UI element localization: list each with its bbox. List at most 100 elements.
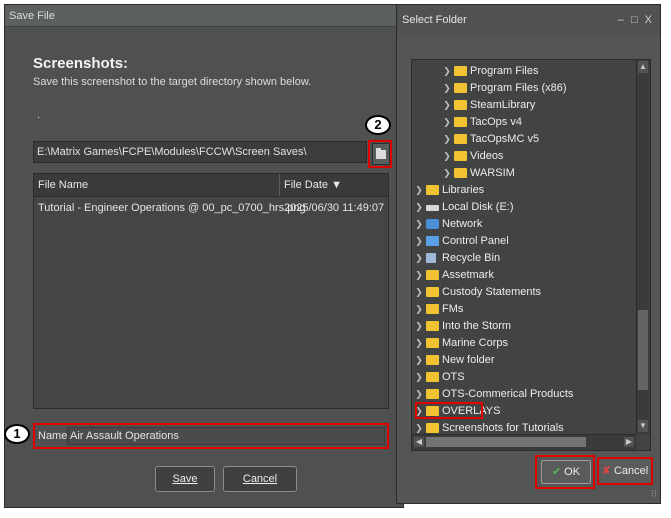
- chevron-right-icon[interactable]: ❯: [442, 148, 452, 165]
- folder-tree[interactable]: ❯ Program Files ❯ Program Files (x86) ❯ Steam…: [411, 59, 651, 451]
- chevron-right-icon[interactable]: ❯: [414, 182, 424, 199]
- scroll-up-arrow-icon[interactable]: ▲: [638, 61, 648, 73]
- chevron-right-icon[interactable]: ❯: [442, 97, 452, 114]
- name-label: Name:: [38, 430, 71, 442]
- folder-icon: [454, 83, 467, 93]
- control-panel-icon: [426, 236, 439, 246]
- file-name-cell: Tutorial - Engineer Operations @ 00_pc_0…: [38, 202, 306, 214]
- folder-icon: [426, 389, 439, 399]
- folder-icon: [426, 338, 439, 348]
- chevron-right-icon[interactable]: ❯: [442, 165, 452, 182]
- scroll-down-arrow-icon[interactable]: ▼: [638, 420, 648, 432]
- folder-icon: [454, 151, 467, 161]
- file-list[interactable]: File Name File Date ▼ Tutorial - Enginee…: [33, 173, 389, 409]
- folder-icon: [426, 423, 439, 433]
- tree-item-label: Recycle Bin: [442, 252, 501, 264]
- chevron-right-icon[interactable]: ❯: [414, 369, 424, 386]
- scroll-left-arrow-icon[interactable]: ◀: [414, 437, 424, 447]
- browse-button-highlight: [368, 140, 392, 168]
- folder-icon: [426, 372, 439, 382]
- tree-item-label: Program Files (x86): [470, 82, 567, 94]
- tree-item[interactable]: ❯ Network: [412, 216, 632, 233]
- horizontal-scroll-thumb[interactable]: [426, 437, 586, 447]
- cancel-button[interactable]: ✘ Cancel: [597, 457, 653, 485]
- step-2-badge: 2: [365, 115, 391, 135]
- chevron-right-icon[interactable]: ❯: [414, 267, 424, 284]
- tree-item-label: Marine Corps: [442, 337, 509, 349]
- chevron-right-icon[interactable]: ❯: [442, 80, 452, 97]
- tree-item-label: SteamLibrary: [470, 99, 536, 111]
- placeholder-dot: .: [37, 109, 41, 121]
- tree-item-label: TacOpsMC v5: [470, 133, 540, 145]
- tree-item-label: OTS-Commerical Products: [442, 388, 574, 400]
- file-name-input[interactable]: [67, 427, 385, 445]
- tree-item[interactable]: ❯ Program Files (x86): [412, 80, 632, 97]
- tree-item-label: Videos: [470, 150, 504, 162]
- tree-item[interactable]: ❯ OTS-Commerical Products: [412, 386, 632, 403]
- tree-item-label: WARSIM: [470, 167, 515, 179]
- tree-item[interactable]: ❯ Custody Statements: [412, 284, 632, 301]
- resize-grip-icon[interactable]: ⁝⁝: [651, 489, 657, 500]
- chevron-right-icon[interactable]: ❯: [414, 318, 424, 335]
- file-list-header: File Name File Date ▼: [34, 174, 388, 197]
- target-directory-field[interactable]: E:\Matrix Games\FCPE\Modules\FCCW\Screen…: [33, 141, 367, 163]
- cancel-button[interactable]: Cancel: [223, 466, 297, 492]
- column-header-file-name[interactable]: File Name: [34, 174, 280, 196]
- chevron-right-icon[interactable]: ❯: [414, 216, 424, 233]
- tree-item[interactable]: ❯ Local Disk (E:): [412, 199, 632, 216]
- tree-item[interactable]: ❯ SteamLibrary: [412, 97, 632, 114]
- chevron-right-icon[interactable]: ❯: [414, 386, 424, 403]
- drive-icon: [426, 205, 439, 211]
- folder-icon: [426, 355, 439, 365]
- chevron-right-icon[interactable]: ❯: [442, 131, 452, 148]
- page-heading: Screenshots:: [33, 55, 129, 72]
- tree-item[interactable]: ❯ Libraries: [412, 182, 632, 199]
- chevron-right-icon[interactable]: ❯: [414, 250, 424, 267]
- tree-item[interactable]: ❯ Control Panel: [412, 233, 632, 250]
- tree-item[interactable]: ❯ TacOps v4: [412, 114, 632, 131]
- tree-item-label: FMs: [442, 303, 464, 315]
- chevron-right-icon[interactable]: ❯: [442, 63, 452, 80]
- tree-item[interactable]: ❯ Marine Corps: [412, 335, 632, 352]
- tree-item[interactable]: ❯ Videos: [412, 148, 632, 165]
- tree-item[interactable]: ❯ WARSIM: [412, 165, 632, 182]
- horizontal-scrollbar[interactable]: ◀ ▶: [412, 434, 636, 450]
- tree-item-label: Program Files: [470, 65, 539, 77]
- tree-item-label: TacOps v4: [470, 116, 522, 128]
- scroll-right-arrow-icon[interactable]: ▶: [624, 437, 634, 447]
- chevron-right-icon[interactable]: ❯: [414, 284, 424, 301]
- tree-item[interactable]: ❯ New folder: [412, 352, 632, 369]
- tree-item-label: Network: [442, 218, 483, 230]
- table-row[interactable]: Tutorial - Engineer Operations @ 00_pc_0…: [34, 202, 388, 218]
- folder-icon: [426, 185, 439, 195]
- close-icon: ✘: [601, 465, 611, 477]
- tree-item[interactable]: ❯ TacOpsMC v5: [412, 131, 632, 148]
- column-header-file-date[interactable]: File Date ▼: [280, 174, 376, 196]
- tree-item[interactable]: ❯ Into the Storm: [412, 318, 632, 335]
- file-date-cell: 2025/06/30 11:49:07: [284, 202, 385, 214]
- tree-item[interactable]: ❯ Program Files: [412, 63, 632, 80]
- tree-item[interactable]: ❯ OTS: [412, 369, 632, 386]
- chevron-right-icon[interactable]: ❯: [414, 352, 424, 369]
- tree-item-label: Into the Storm: [442, 320, 512, 332]
- chevron-right-icon[interactable]: ❯: [442, 114, 452, 131]
- tree-item-label: OTS: [442, 371, 465, 383]
- folder-icon: [426, 270, 439, 280]
- tree-item[interactable]: ❯ FMs: [412, 301, 632, 318]
- vertical-scrollbar[interactable]: ▲ ▼: [636, 60, 650, 434]
- save-button[interactable]: Save: [155, 466, 215, 492]
- tree-item-label: Assetmark: [442, 269, 494, 281]
- chevron-right-icon[interactable]: ❯: [414, 335, 424, 352]
- tree-item[interactable]: ❯ Recycle Bin: [412, 250, 632, 267]
- vertical-scroll-thumb[interactable]: [638, 310, 648, 390]
- ok-button-highlight: [535, 455, 595, 489]
- chevron-right-icon[interactable]: ❯: [414, 301, 424, 318]
- save-file-dialog: Save File Screenshots: Save this screens…: [4, 4, 404, 508]
- window-controls[interactable]: – □ X: [618, 5, 654, 35]
- tree-item-label: Control Panel: [442, 235, 509, 247]
- network-icon: [426, 219, 439, 229]
- chevron-right-icon[interactable]: ❯: [414, 233, 424, 250]
- cancel-label: Cancel: [613, 465, 649, 477]
- chevron-right-icon[interactable]: ❯: [414, 199, 424, 216]
- tree-item[interactable]: ❯ Assetmark: [412, 267, 632, 284]
